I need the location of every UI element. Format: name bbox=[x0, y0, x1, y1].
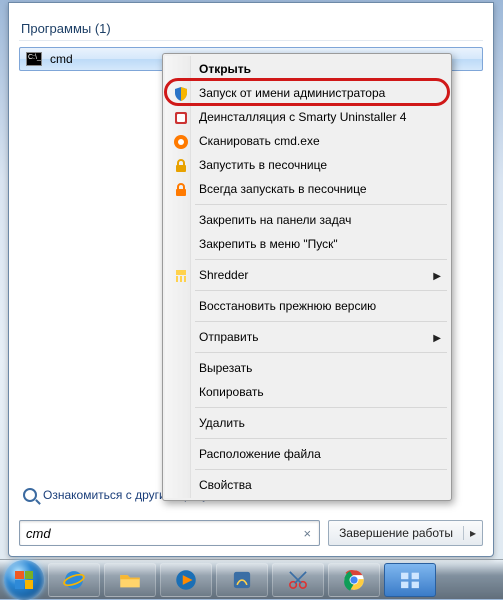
lock-orange-icon bbox=[173, 182, 189, 198]
start-button[interactable] bbox=[4, 560, 44, 600]
menu-pin-taskbar[interactable]: Закрепить на панели задач bbox=[166, 208, 448, 232]
menu-delete[interactable]: Удалить bbox=[166, 411, 448, 435]
menu-pin-start[interactable]: Закрепить в меню "Пуск" bbox=[166, 232, 448, 256]
menu-cut[interactable]: Вырезать bbox=[166, 356, 448, 380]
scissors-icon bbox=[285, 567, 311, 593]
menu-send-to[interactable]: Отправить ▶ bbox=[166, 325, 448, 349]
chrome-icon bbox=[341, 567, 367, 593]
menu-run-sandbox-label: Запустить в песочнице bbox=[199, 158, 327, 172]
menu-restore-previous[interactable]: Восстановить прежнюю версию bbox=[166, 294, 448, 318]
menu-copy[interactable]: Копировать bbox=[166, 380, 448, 404]
app-icon bbox=[229, 567, 255, 593]
results-header: Программы (1) bbox=[21, 21, 483, 36]
menu-separator bbox=[195, 290, 447, 291]
uninstaller-icon bbox=[173, 110, 189, 126]
menu-scan[interactable]: Сканировать cmd.exe bbox=[166, 129, 448, 153]
shutdown-menu-arrow[interactable]: ▸ bbox=[463, 526, 482, 540]
menu-always-sandbox[interactable]: Всегда запускать в песочнице bbox=[166, 177, 448, 201]
menu-separator bbox=[195, 438, 447, 439]
menu-run-sandbox[interactable]: Запустить в песочнице bbox=[166, 153, 448, 177]
header-rule bbox=[19, 40, 483, 41]
cmd-icon bbox=[26, 52, 42, 66]
menu-properties[interactable]: Свойства bbox=[166, 473, 448, 497]
shield-icon bbox=[173, 86, 189, 102]
media-player-icon bbox=[173, 567, 199, 593]
ie-icon bbox=[61, 567, 87, 593]
menu-shredder-label: Shredder bbox=[199, 268, 248, 282]
search-box[interactable]: × bbox=[19, 520, 320, 546]
chevron-right-icon: ▶ bbox=[433, 271, 441, 282]
menu-separator bbox=[195, 352, 447, 353]
taskbar-explorer[interactable] bbox=[104, 563, 156, 597]
menu-pin-taskbar-label: Закрепить на панели задач bbox=[199, 213, 351, 227]
context-menu: Открыть Запуск от имени администратора Д… bbox=[162, 53, 452, 501]
menu-properties-label: Свойства bbox=[199, 478, 252, 492]
clear-search-icon[interactable]: × bbox=[301, 526, 313, 541]
menu-smarty-uninstall[interactable]: Деинсталляция с Smarty Uninstaller 4 bbox=[166, 105, 448, 129]
avast-icon bbox=[173, 134, 189, 150]
menu-open-file-location-label: Расположение файла bbox=[199, 447, 321, 461]
menu-run-as-admin[interactable]: Запуск от имени администратора bbox=[166, 81, 448, 105]
panels-icon bbox=[397, 567, 423, 593]
menu-separator bbox=[195, 407, 447, 408]
menu-shredder[interactable]: Shredder ▶ bbox=[166, 263, 448, 287]
menu-smarty-uninstall-label: Деинсталляция с Smarty Uninstaller 4 bbox=[199, 110, 406, 124]
result-item-label: cmd bbox=[50, 52, 73, 66]
menu-pin-start-label: Закрепить в меню "Пуск" bbox=[199, 237, 338, 251]
chevron-right-icon: ▶ bbox=[433, 333, 441, 344]
lock-icon bbox=[173, 158, 189, 174]
menu-open[interactable]: Открыть bbox=[166, 57, 448, 81]
taskbar-wmp[interactable] bbox=[160, 563, 212, 597]
menu-separator bbox=[195, 321, 447, 322]
menu-separator bbox=[195, 469, 447, 470]
shredder-icon bbox=[173, 268, 189, 284]
menu-run-as-admin-label: Запуск от имени администратора bbox=[199, 86, 385, 100]
taskbar-ie[interactable] bbox=[48, 563, 100, 597]
taskbar-active-app[interactable] bbox=[384, 563, 436, 597]
shutdown-button[interactable]: Завершение работы ▸ bbox=[328, 520, 483, 546]
menu-send-to-label: Отправить bbox=[199, 330, 259, 344]
menu-always-sandbox-label: Всегда запускать в песочнице bbox=[199, 182, 367, 196]
folder-icon bbox=[117, 567, 143, 593]
search-input[interactable] bbox=[26, 526, 301, 541]
windows-logo-icon bbox=[15, 571, 33, 589]
taskbar-app-1[interactable] bbox=[216, 563, 268, 597]
taskbar-snipping[interactable] bbox=[272, 563, 324, 597]
search-icon bbox=[23, 488, 37, 502]
menu-open-label: Открыть bbox=[199, 62, 251, 76]
menu-scan-label: Сканировать cmd.exe bbox=[199, 134, 320, 148]
menu-open-file-location[interactable]: Расположение файла bbox=[166, 442, 448, 466]
menu-delete-label: Удалить bbox=[199, 416, 245, 430]
menu-copy-label: Копировать bbox=[199, 385, 264, 399]
menu-cut-label: Вырезать bbox=[199, 361, 252, 375]
taskbar-chrome[interactable] bbox=[328, 563, 380, 597]
taskbar bbox=[0, 559, 503, 599]
menu-separator bbox=[195, 259, 447, 260]
menu-separator bbox=[195, 204, 447, 205]
menu-restore-previous-label: Восстановить прежнюю версию bbox=[199, 299, 376, 313]
shutdown-label: Завершение работы bbox=[329, 526, 463, 540]
